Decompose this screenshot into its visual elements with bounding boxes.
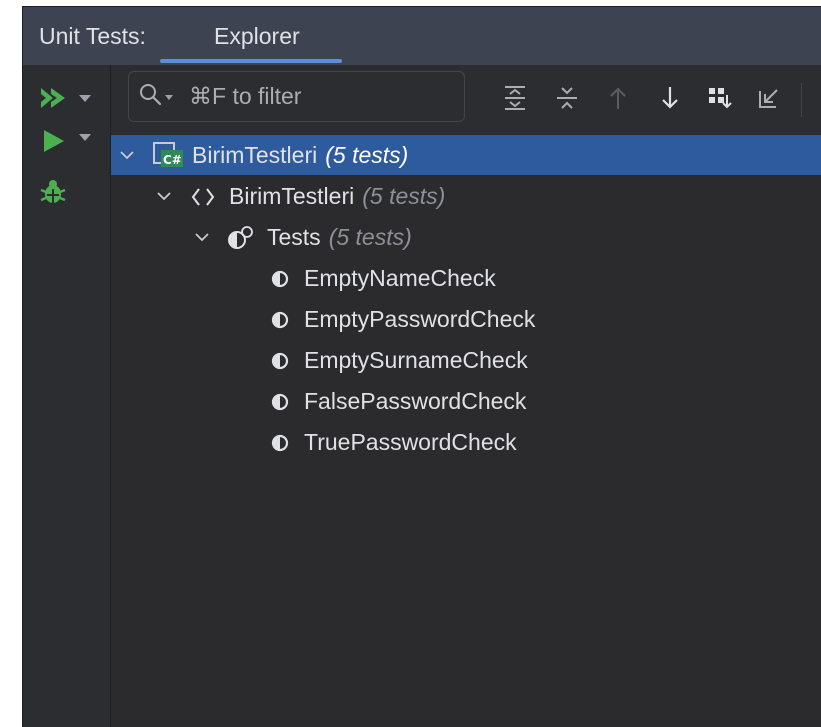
test-name: TruePasswordCheck bbox=[304, 429, 517, 455]
tab-explorer[interactable]: Explorer bbox=[214, 23, 300, 50]
group-by-icon[interactable] bbox=[707, 85, 735, 111]
chevron-down-icon[interactable] bbox=[79, 134, 91, 141]
chevron-down-icon[interactable] bbox=[194, 229, 210, 245]
tree-node-test[interactable]: TruePasswordCheck bbox=[111, 422, 821, 462]
toolbar-separator bbox=[801, 83, 802, 117]
chevron-down-icon[interactable] bbox=[156, 188, 172, 204]
filter-search-box[interactable] bbox=[128, 71, 465, 122]
tree-node-class[interactable]: Tests (5 tests) bbox=[111, 217, 821, 257]
tree-node-test[interactable]: EmptySurnameCheck bbox=[111, 340, 821, 380]
unit-tests-window: Unit Tests: Explorer ⌘F to filter C# Bir… bbox=[22, 6, 821, 727]
chevron-down-icon[interactable] bbox=[165, 95, 173, 100]
run-all-button[interactable] bbox=[39, 85, 99, 113]
tree-node-test[interactable]: EmptyNameCheck bbox=[111, 258, 821, 298]
collapse-all-icon[interactable] bbox=[555, 85, 579, 111]
tree-node-namespace[interactable]: BirimTestleri (5 tests) bbox=[111, 176, 821, 216]
test-count: (5 tests) bbox=[328, 224, 412, 250]
chevron-down-icon[interactable] bbox=[79, 95, 91, 102]
tool-window-title: Unit Tests: bbox=[39, 23, 146, 49]
test-status-icon bbox=[271, 434, 289, 452]
namespace-icon bbox=[191, 188, 215, 206]
svg-text:C#: C# bbox=[163, 153, 182, 167]
chevron-down-icon[interactable] bbox=[119, 147, 135, 163]
left-action-strip bbox=[23, 65, 111, 727]
expand-all-icon[interactable] bbox=[503, 85, 527, 111]
class-name: Tests bbox=[267, 224, 321, 250]
test-status-icon bbox=[271, 352, 289, 370]
debug-button[interactable] bbox=[39, 178, 69, 208]
arrow-up-icon[interactable] bbox=[607, 85, 629, 111]
test-status-icon bbox=[271, 270, 289, 288]
csharp-project-icon: C# bbox=[153, 142, 183, 167]
test-tree: C# BirimTestleri (5 tests) BirimTestleri (… bbox=[111, 135, 821, 727]
test-status-icon bbox=[271, 393, 289, 411]
tree-node-test[interactable]: FalsePasswordCheck bbox=[111, 381, 821, 421]
explorer-toolbar bbox=[111, 65, 821, 135]
namespace-name: BirimTestleri bbox=[229, 183, 355, 209]
test-count: (5 tests) bbox=[325, 142, 409, 168]
active-tab-indicator bbox=[160, 59, 342, 63]
tree-node-project[interactable]: C# BirimTestleri (5 tests) bbox=[111, 135, 821, 175]
test-name: EmptySurnameCheck bbox=[304, 347, 528, 373]
run-icon bbox=[44, 130, 64, 152]
test-name: EmptyNameCheck bbox=[304, 265, 496, 291]
tool-window-header: Unit Tests: Explorer bbox=[23, 7, 821, 65]
import-icon[interactable] bbox=[757, 85, 781, 111]
filter-input[interactable] bbox=[189, 80, 449, 112]
arrow-down-icon[interactable] bbox=[659, 85, 681, 111]
test-name: FalsePasswordCheck bbox=[304, 388, 527, 414]
test-name: EmptyPasswordCheck bbox=[304, 306, 536, 332]
test-status-icon bbox=[271, 311, 289, 329]
test-class-icon bbox=[228, 226, 253, 249]
test-count: (5 tests) bbox=[362, 183, 446, 209]
run-button[interactable] bbox=[39, 128, 99, 156]
run-all-icon bbox=[41, 88, 65, 108]
debug-icon bbox=[40, 180, 66, 203]
search-icon[interactable] bbox=[139, 83, 163, 107]
project-name: BirimTestleri bbox=[192, 142, 318, 168]
tree-node-test[interactable]: EmptyPasswordCheck bbox=[111, 299, 821, 339]
